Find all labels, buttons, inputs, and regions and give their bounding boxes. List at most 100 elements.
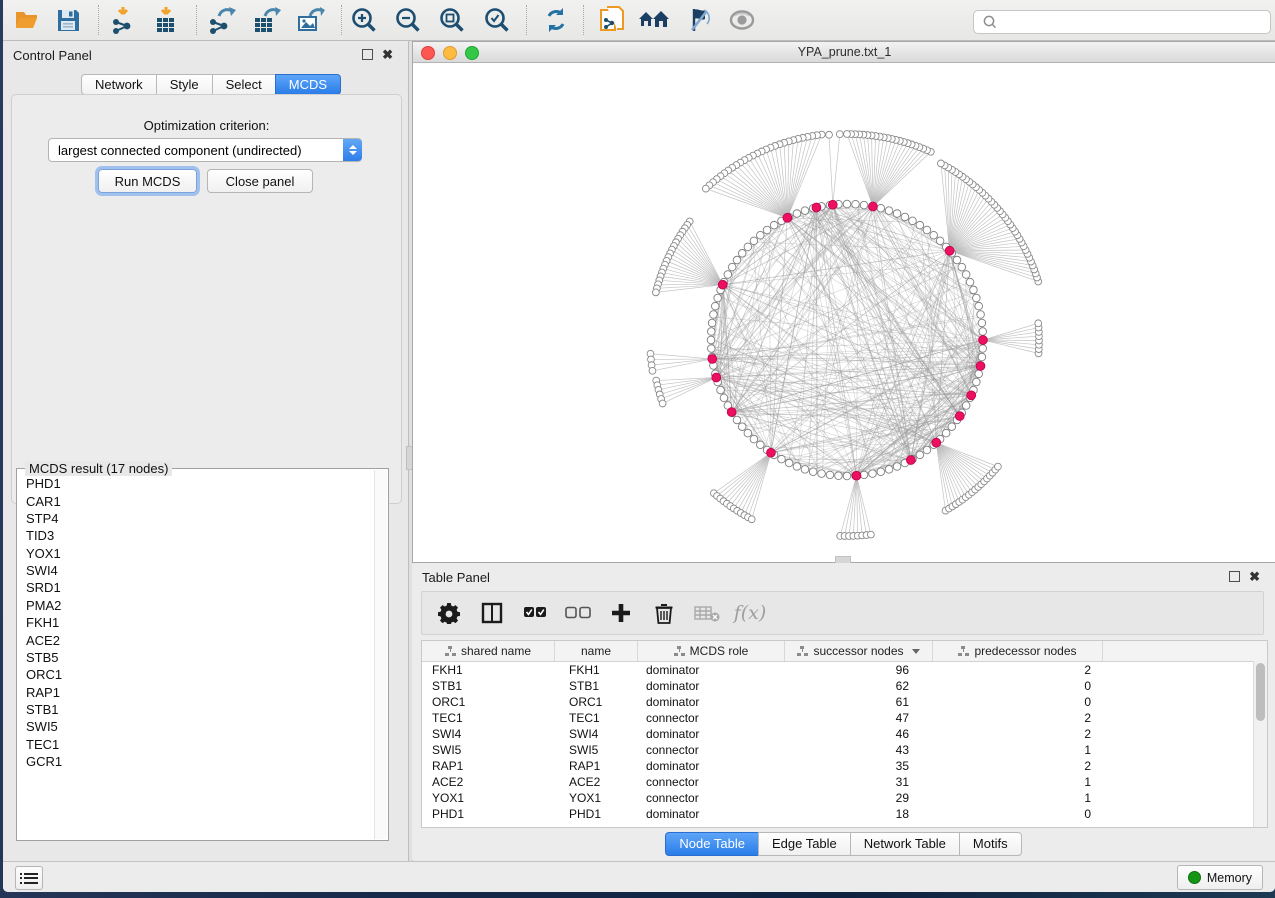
network-window-titlebar[interactable]: YPA_prune.txt_1	[413, 42, 1275, 63]
cell-successors: 29	[785, 791, 933, 805]
refresh-icon[interactable]	[539, 3, 573, 37]
cell-successors: 43	[785, 743, 933, 757]
mcds-list-scrollbar[interactable]	[374, 470, 387, 839]
table-row[interactable]: ACE2ACE2connector311	[422, 774, 1267, 790]
optimization-criterion-select[interactable]: largest connected component (undirected)	[48, 138, 362, 162]
deselect-all-rows-icon[interactable]	[565, 600, 591, 626]
zoom-fit-icon[interactable]	[435, 3, 469, 37]
search-input[interactable]	[1000, 14, 1270, 30]
cell-predecessors: 1	[933, 791, 1103, 805]
tab-select[interactable]: Select	[212, 74, 275, 95]
mcds-result-item[interactable]: RAP1	[18, 684, 375, 701]
mcds-result-item[interactable]: YOX1	[18, 545, 375, 562]
zoom-out-icon[interactable]	[391, 3, 425, 37]
column-header-shared-name[interactable]: shared name	[422, 641, 555, 661]
close-panel-icon[interactable]: ✖	[1249, 572, 1260, 581]
mcds-result-item[interactable]: TID3	[18, 527, 375, 544]
mcds-result-item[interactable]: CAR1	[18, 492, 375, 509]
panel-list-button[interactable]	[15, 866, 43, 890]
export-network-icon[interactable]	[205, 3, 239, 37]
mcds-result-item[interactable]: GCR1	[18, 753, 375, 770]
column-header-name[interactable]: name	[555, 641, 638, 661]
column-header-successor-nodes[interactable]: successor nodes	[785, 641, 933, 661]
add-column-icon[interactable]	[608, 600, 634, 626]
memory-button[interactable]: Memory	[1177, 865, 1263, 890]
scrollbar-thumb[interactable]	[1256, 663, 1265, 721]
close-panel-button[interactable]: Close panel	[207, 169, 313, 193]
table-panel: Table Panel ✖	[412, 563, 1275, 860]
select-all-rows-icon[interactable]	[522, 600, 548, 626]
mcds-result-list[interactable]: PHD1CAR1STP4TID3YOX1SWI4SRD1PMA2FKH1ACE2…	[18, 475, 375, 839]
table-row[interactable]: YOX1YOX1connector291	[422, 790, 1267, 806]
mcds-result-item[interactable]: STP4	[18, 510, 375, 527]
search-box[interactable]	[973, 10, 1271, 34]
export-table-icon[interactable]	[249, 3, 283, 37]
mcds-result-item[interactable]: STB5	[18, 649, 375, 666]
save-icon[interactable]	[51, 3, 85, 37]
memory-status-icon	[1188, 871, 1201, 884]
mcds-result-item[interactable]: FKH1	[18, 614, 375, 631]
run-mcds-button[interactable]: Run MCDS	[98, 169, 197, 193]
table-row[interactable]: STB1STB1dominator620	[422, 678, 1267, 694]
tab-network[interactable]: Network	[81, 74, 156, 95]
table-panel-title: Table Panel	[422, 570, 490, 585]
search-icon	[980, 14, 1000, 30]
show-graphics-details-icon[interactable]	[725, 3, 759, 37]
tab-motifs[interactable]: Motifs	[959, 832, 1022, 856]
tab-network-table[interactable]: Network Table	[850, 832, 959, 856]
mcds-result-item[interactable]: PMA2	[18, 597, 375, 614]
cell-shared_name: ORC1	[422, 695, 555, 709]
open-file-icon[interactable]	[11, 3, 45, 37]
clone-network-icon[interactable]	[595, 3, 629, 37]
cell-predecessors: 2	[933, 711, 1103, 725]
table-row[interactable]: PHD1PHD1dominator180	[422, 806, 1267, 822]
network-canvas[interactable]	[413, 63, 1274, 560]
control-panel-title: Control Panel	[13, 48, 92, 63]
export-image-icon[interactable]	[293, 3, 327, 37]
close-panel-icon[interactable]: ✖	[382, 50, 393, 59]
tab-mcds[interactable]: MCDS	[275, 74, 341, 95]
import-network-icon[interactable]	[107, 3, 141, 37]
cell-name: FKH1	[555, 663, 638, 677]
zoom-in-icon[interactable]	[347, 3, 381, 37]
control-panel: Control Panel ✖ NetworkStyleSelectMCDS O…	[3, 41, 408, 861]
zoom-selected-icon[interactable]	[480, 3, 514, 37]
cell-role: dominator	[638, 727, 785, 741]
tab-edge-table[interactable]: Edge Table	[758, 832, 850, 856]
delete-column-icon[interactable]	[651, 600, 677, 626]
column-header-MCDS-role[interactable]: MCDS role	[638, 641, 785, 661]
memory-label: Memory	[1207, 871, 1252, 885]
mcds-result-item[interactable]: ACE2	[18, 631, 375, 648]
table-body: FKH1FKH1dominator962STB1STB1dominator620…	[422, 662, 1267, 822]
mcds-result-item[interactable]: SRD1	[18, 579, 375, 596]
cell-role: connector	[638, 791, 785, 805]
column-tree-icon	[958, 646, 969, 656]
table-settings-icon[interactable]	[436, 600, 462, 626]
column-header-predecessor-nodes[interactable]: predecessor nodes	[933, 641, 1103, 661]
table-scrollbar[interactable]	[1253, 661, 1267, 827]
mcds-result-item[interactable]: PHD1	[18, 475, 375, 492]
tab-style[interactable]: Style	[156, 74, 212, 95]
cell-successors: 62	[785, 679, 933, 693]
mcds-result-item[interactable]: TEC1	[18, 736, 375, 753]
float-panel-icon[interactable]	[362, 49, 373, 60]
column-tree-icon	[797, 646, 808, 656]
table-row[interactable]: SWI4SWI4dominator462	[422, 726, 1267, 742]
table-panel-tabs: Node TableEdge TableNetwork TableMotifs	[412, 832, 1275, 856]
hide-graphics-details-icon[interactable]	[681, 3, 715, 37]
show-columns-icon[interactable]	[479, 600, 505, 626]
mcds-result-item[interactable]: SWI5	[18, 718, 375, 735]
table-row[interactable]: SWI5SWI5connector431	[422, 742, 1267, 758]
first-neighbors-icon[interactable]	[637, 3, 671, 37]
mcds-result-item[interactable]: STB1	[18, 701, 375, 718]
table-toolbar: f(x)	[421, 591, 1264, 635]
table-row[interactable]: FKH1FKH1dominator962	[422, 662, 1267, 678]
float-panel-icon[interactable]	[1229, 571, 1240, 582]
table-row[interactable]: TEC1TEC1connector472	[422, 710, 1267, 726]
mcds-result-item[interactable]: SWI4	[18, 562, 375, 579]
table-row[interactable]: RAP1RAP1dominator352	[422, 758, 1267, 774]
import-table-icon[interactable]	[149, 3, 183, 37]
mcds-result-item[interactable]: ORC1	[18, 666, 375, 683]
table-row[interactable]: ORC1ORC1dominator610	[422, 694, 1267, 710]
tab-node-table[interactable]: Node Table	[665, 832, 758, 856]
